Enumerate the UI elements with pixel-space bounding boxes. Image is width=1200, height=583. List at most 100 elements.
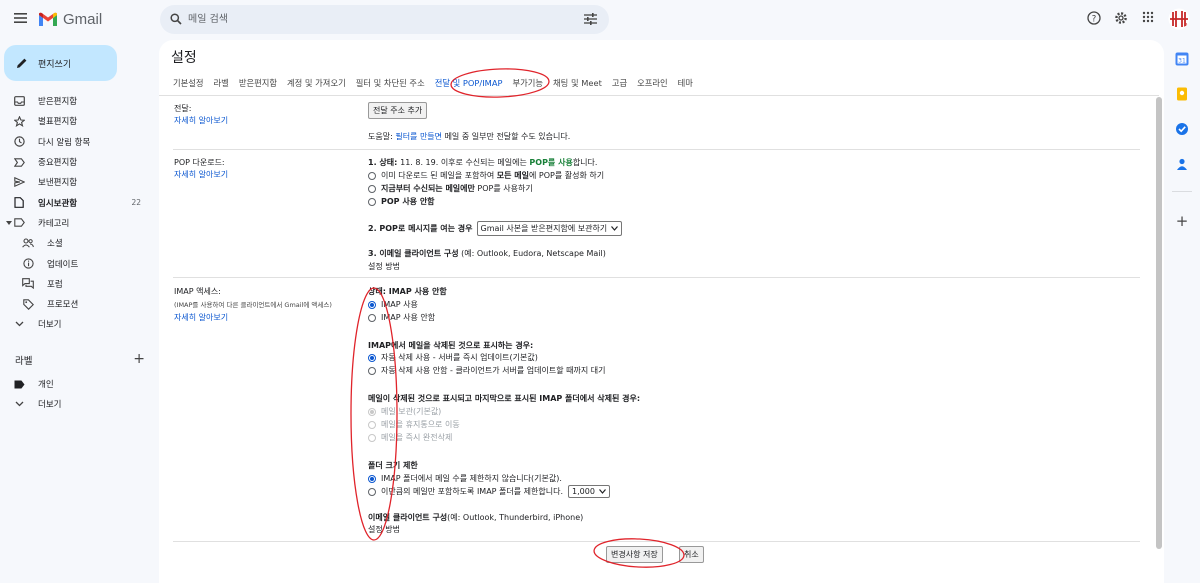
tab-filters[interactable]: 필터 및 차단된 주소: [356, 77, 425, 89]
imap-setup-link[interactable]: 설정 방법: [368, 524, 400, 535]
tab-chat-meet[interactable]: 채팅 및 Meet: [553, 77, 602, 89]
caret-down-icon[interactable]: [6, 220, 13, 225]
search-bar[interactable]: [160, 5, 609, 34]
pop-option-disable[interactable]: POP 사용 안함: [368, 196, 435, 207]
settings-gear-icon[interactable]: [1114, 11, 1128, 25]
labels-title: 라벨: [15, 356, 33, 367]
get-addons-icon[interactable]: +: [1175, 214, 1189, 229]
sidebar-item-categories[interactable]: 카테고리: [0, 213, 155, 233]
settings-panel: 설정 기본설정 라벨 받은편지함 계정 및 가져오기 필터 및 차단된 주소 전…: [159, 40, 1164, 583]
option-bold: 지금부터 수신되는 메일에만: [381, 184, 475, 193]
radio-button[interactable]: [368, 474, 376, 483]
radio-button[interactable]: [368, 366, 376, 375]
section-divider: [173, 277, 1140, 278]
star-icon: [13, 115, 25, 127]
sidebar-item-label: 받은편지함: [38, 97, 78, 108]
imap-trash-option[interactable]: 메일을 휴지통으로 이동: [368, 419, 460, 430]
scrollbar[interactable]: [1156, 97, 1162, 549]
keep-icon[interactable]: [1175, 87, 1189, 101]
sidebar-item-snoozed[interactable]: 다시 알림 항목: [0, 132, 155, 152]
tab-addons[interactable]: 부가기능: [513, 77, 544, 89]
radio-button[interactable]: [368, 487, 376, 496]
pop-option-all-mail[interactable]: 이미 다운로드 된 메일을 포함하여 모든 메일에 POP를 활성화 하기: [368, 170, 604, 181]
cancel-button[interactable]: 취소: [679, 546, 704, 563]
labels-more[interactable]: 더보기: [0, 394, 155, 414]
tab-general[interactable]: 기본설정: [173, 77, 204, 89]
radio-button[interactable]: [368, 171, 376, 180]
sidebar-nav: 받은편지함 별표편지함 다시 알림 항목 중요편지함 보낸편지함 임시보관함 2…: [0, 91, 155, 335]
imap-enable-option[interactable]: IMAP 사용: [368, 299, 418, 310]
radio-button[interactable]: [368, 197, 376, 206]
tab-forwarding-pop-imap[interactable]: 전달 및 POP/IMAP: [435, 77, 503, 89]
option-text: 메일을 휴지통으로 이동: [381, 420, 460, 429]
pop-setup-link[interactable]: 설정 방법: [368, 261, 400, 272]
radio-button[interactable]: [368, 300, 376, 309]
radio-button[interactable]: [368, 353, 376, 362]
radio-button[interactable]: [368, 407, 376, 416]
forwarding-learn-more-link[interactable]: 자세히 알아보기: [174, 115, 228, 126]
folder-no-limit-option[interactable]: IMAP 폴더에서 메일 수를 제한하지 않습니다(기본값).: [368, 473, 562, 484]
sidebar-item-starred[interactable]: 별표편지함: [0, 111, 155, 131]
add-label-icon[interactable]: +: [133, 351, 145, 367]
search-input[interactable]: [188, 11, 568, 28]
pop-when-access-select[interactable]: Gmail 사본을 받은편지함에 보관하기: [476, 221, 623, 236]
imap-auto-expunge-on[interactable]: 자동 삭제 사용 - 서버를 즉시 업데이트(기본값): [368, 352, 538, 363]
sidebar-item-updates[interactable]: 업데이트: [0, 253, 155, 273]
tab-inbox[interactable]: 받은편지함: [239, 77, 277, 89]
radio-button[interactable]: [368, 433, 376, 442]
search-icon[interactable]: [170, 13, 182, 25]
account-avatar[interactable]: P: [1168, 8, 1190, 30]
imap-auto-expunge-off[interactable]: 자동 삭제 사용 안함 - 클라이언트가 서버를 업데이트할 때까지 대기: [368, 365, 606, 376]
svg-text:31: 31: [1178, 58, 1186, 65]
create-filter-link[interactable]: 필터를 만들면: [395, 132, 442, 141]
sidebar-item-label: 중요편지함: [38, 158, 78, 169]
add-forwarding-address-button[interactable]: 전달 주소 추가: [368, 102, 428, 119]
pop-learn-more-link[interactable]: 자세히 알아보기: [174, 169, 228, 180]
compose-button[interactable]: 편지쓰기: [4, 45, 117, 81]
sidebar-item-drafts[interactable]: 임시보관함 22: [0, 192, 155, 212]
apps-grid-icon[interactable]: [1142, 11, 1154, 23]
radio-button[interactable]: [368, 184, 376, 193]
radio-button[interactable]: [368, 420, 376, 429]
pop-option-from-now[interactable]: 지금부터 수신되는 메일에만 POP를 사용하기: [368, 183, 533, 194]
tab-themes[interactable]: 테마: [678, 77, 693, 89]
pop-client-hint: (예: Outlook, Eudora, Netscape Mail): [458, 249, 606, 258]
sidebar-item-social[interactable]: 소셜: [0, 233, 155, 253]
sidebar-item-promotions[interactable]: 프로모션: [0, 294, 155, 314]
sidebar-item-label: 프로모션: [47, 300, 79, 311]
tab-offline[interactable]: 오프라인: [637, 77, 668, 89]
imap-learn-more-link[interactable]: 자세히 알아보기: [174, 312, 228, 323]
save-changes-button[interactable]: 변경사항 저장: [606, 546, 663, 563]
imap-archive-option[interactable]: 메일 보관(기본값): [368, 406, 441, 417]
drafts-count: 22: [131, 198, 141, 208]
sidebar-item-forums[interactable]: 포럼: [0, 274, 155, 294]
section-divider: [173, 541, 1140, 542]
imap-delete-forever-option[interactable]: 메일을 즉시 완전삭제: [368, 432, 452, 443]
option-text: IMAP 폴더에서 메일 수를 제한하지 않습니다(기본값).: [381, 474, 562, 483]
tab-advanced[interactable]: 고급: [612, 77, 627, 89]
label-item-personal[interactable]: 개인: [0, 374, 155, 394]
tasks-icon[interactable]: [1175, 122, 1189, 136]
folder-limit-select[interactable]: 1,000: [568, 485, 610, 498]
option-text: 메일 보관(기본값): [381, 407, 442, 416]
sidebar-item-important[interactable]: 중요편지함: [0, 152, 155, 172]
sidebar-item-more[interactable]: 더보기: [0, 314, 155, 334]
calendar-icon[interactable]: 31: [1175, 52, 1189, 66]
main-menu-icon[interactable]: [14, 12, 28, 24]
forwarding-label: 전달:: [174, 104, 192, 113]
chevron-down-icon: [598, 489, 606, 494]
tab-labels[interactable]: 라벨: [214, 77, 229, 89]
gmail-logo[interactable]: Gmail: [38, 11, 102, 28]
tab-accounts[interactable]: 계정 및 가져오기: [287, 77, 346, 89]
sidebar-item-inbox[interactable]: 받은편지함: [0, 91, 155, 111]
search-options-icon[interactable]: [584, 13, 597, 25]
clock-icon: [13, 136, 25, 148]
radio-button[interactable]: [368, 313, 376, 322]
app-name: Gmail: [63, 11, 103, 28]
contacts-icon[interactable]: [1175, 157, 1189, 171]
help-icon[interactable]: ?: [1087, 11, 1101, 25]
sidebar-item-sent[interactable]: 보낸편지함: [0, 172, 155, 192]
folder-limit-option[interactable]: 이만큼의 메일만 포함하도록 IMAP 폴더를 제한합니다. 1,000: [368, 485, 610, 498]
people-icon: [22, 237, 34, 249]
imap-disable-option[interactable]: IMAP 사용 안함: [368, 312, 435, 323]
